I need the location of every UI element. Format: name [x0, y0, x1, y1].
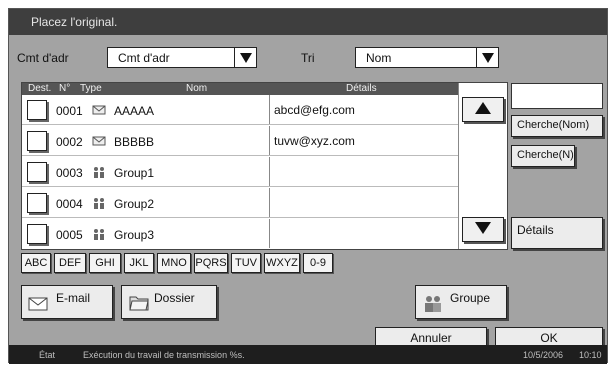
row-name: Group3	[114, 228, 155, 242]
arrow-up-icon	[475, 102, 491, 117]
tab-0-9[interactable]: 0-9	[303, 253, 333, 273]
row-number: 0004	[56, 197, 83, 211]
group-label: Groupe	[450, 291, 491, 305]
sort-value: Nom	[366, 51, 392, 65]
folder-icon	[128, 292, 150, 315]
address-book-body: Cmt d'adr Cmt d'adr Tri Nom Dest. N° Typ…	[9, 35, 607, 347]
group-button[interactable]: Groupe	[415, 285, 507, 319]
search-display-box	[511, 83, 603, 109]
group-icon	[422, 294, 444, 317]
search-name-label: Cherche(Nom)	[517, 119, 590, 131]
row-detail	[269, 157, 458, 186]
folder-button[interactable]: Dossier	[121, 285, 217, 319]
row-name: Group1	[114, 166, 155, 180]
email-icon	[92, 134, 106, 148]
row-name: Group2	[114, 197, 155, 211]
scroll-down-button[interactable]	[462, 217, 504, 242]
row-detail: abcd@efg.com	[269, 95, 458, 124]
arrow-down-icon	[475, 222, 491, 237]
table-row[interactable]: 0001 AAAAA abcd@efg.com	[22, 95, 458, 125]
details-button[interactable]: Détails	[511, 217, 603, 249]
status-message: Exécution du travail de transmission %s.	[83, 350, 245, 360]
table-row[interactable]: 0002 BBBBB tuvw@xyz.com	[22, 126, 458, 156]
search-number-label: Cherche(N)	[517, 149, 574, 161]
details-label: Détails	[517, 223, 554, 237]
destination-table: Dest. N° Type Nom Détails 0001 AAAAA abc…	[21, 82, 508, 250]
status-state: État	[39, 350, 56, 360]
table-row[interactable]: 0005 Group3	[22, 219, 458, 249]
status-time: 10:10	[579, 350, 602, 360]
row-name: BBBBB	[114, 135, 155, 149]
ok-label: OK	[540, 331, 558, 345]
email-icon	[28, 296, 48, 315]
tab-tuv[interactable]: TUV	[231, 253, 261, 273]
sort-dropdown[interactable]: Nom	[355, 47, 499, 68]
panel-screen: Placez l'original. Cmt d'adr Cmt d'adr T…	[8, 8, 608, 364]
ok-button[interactable]: OK	[495, 327, 603, 347]
status-bar: État Exécution du travail de transmissio…	[9, 345, 607, 364]
row-detail	[269, 219, 458, 248]
row-name: AAAAA	[114, 104, 155, 118]
chevron-down-icon	[476, 48, 498, 67]
tab-def[interactable]: DEF	[54, 253, 86, 273]
group-icon	[92, 196, 106, 210]
tab-pqrs[interactable]: PQRS	[194, 253, 228, 273]
col-dest: Dest.	[28, 83, 52, 94]
cancel-button[interactable]: Annuler	[375, 327, 487, 347]
row-detail: tuvw@xyz.com	[269, 126, 458, 155]
chevron-down-icon	[234, 48, 256, 67]
row-number: 0002	[56, 135, 83, 149]
row-number: 0003	[56, 166, 83, 180]
folder-label: Dossier	[154, 291, 195, 305]
row-number: 0001	[56, 104, 83, 118]
header-title: Placez l'original.	[31, 15, 118, 29]
row-checkbox[interactable]	[27, 100, 47, 120]
table-row[interactable]: 0003 Group1	[22, 157, 458, 187]
group-icon	[92, 165, 106, 179]
status-date: 10/5/2006	[523, 350, 564, 360]
col-details: Détails	[346, 83, 377, 94]
table-header: Dest. N° Type Nom Détails	[22, 83, 458, 95]
table-row[interactable]: 0004 Group2	[22, 188, 458, 218]
sort-label: Tri	[301, 51, 315, 65]
addr-book-dropdown[interactable]: Cmt d'adr	[107, 47, 257, 68]
tab-wxyz[interactable]: WXYZ	[264, 253, 300, 273]
row-checkbox[interactable]	[27, 131, 47, 151]
col-name: Nom	[186, 83, 208, 94]
row-checkbox[interactable]	[27, 224, 47, 244]
email-button[interactable]: E-mail	[21, 285, 113, 319]
row-detail	[269, 188, 458, 217]
addr-book-label: Cmt d'adr	[17, 51, 69, 65]
row-checkbox[interactable]	[27, 193, 47, 213]
row-checkbox[interactable]	[27, 162, 47, 182]
addr-book-value: Cmt d'adr	[118, 51, 170, 65]
group-icon	[92, 227, 106, 241]
scroll-up-button[interactable]	[462, 97, 504, 122]
message-header: Placez l'original.	[9, 9, 607, 35]
tab-jkl[interactable]: JKL	[124, 253, 154, 273]
tab-abc[interactable]: ABC	[21, 253, 51, 273]
col-type: Type	[80, 83, 102, 94]
search-name-button[interactable]: Cherche(Nom)	[511, 115, 603, 137]
email-icon	[92, 103, 106, 117]
cancel-label: Annuler	[410, 331, 452, 345]
tab-ghi[interactable]: GHI	[89, 253, 121, 273]
table-scrollbar	[458, 83, 507, 249]
row-number: 0005	[56, 228, 83, 242]
col-num: N°	[59, 83, 71, 94]
email-label: E-mail	[56, 291, 91, 305]
search-number-button[interactable]: Cherche(N)	[511, 145, 575, 167]
tab-mno[interactable]: MNO	[157, 253, 191, 273]
